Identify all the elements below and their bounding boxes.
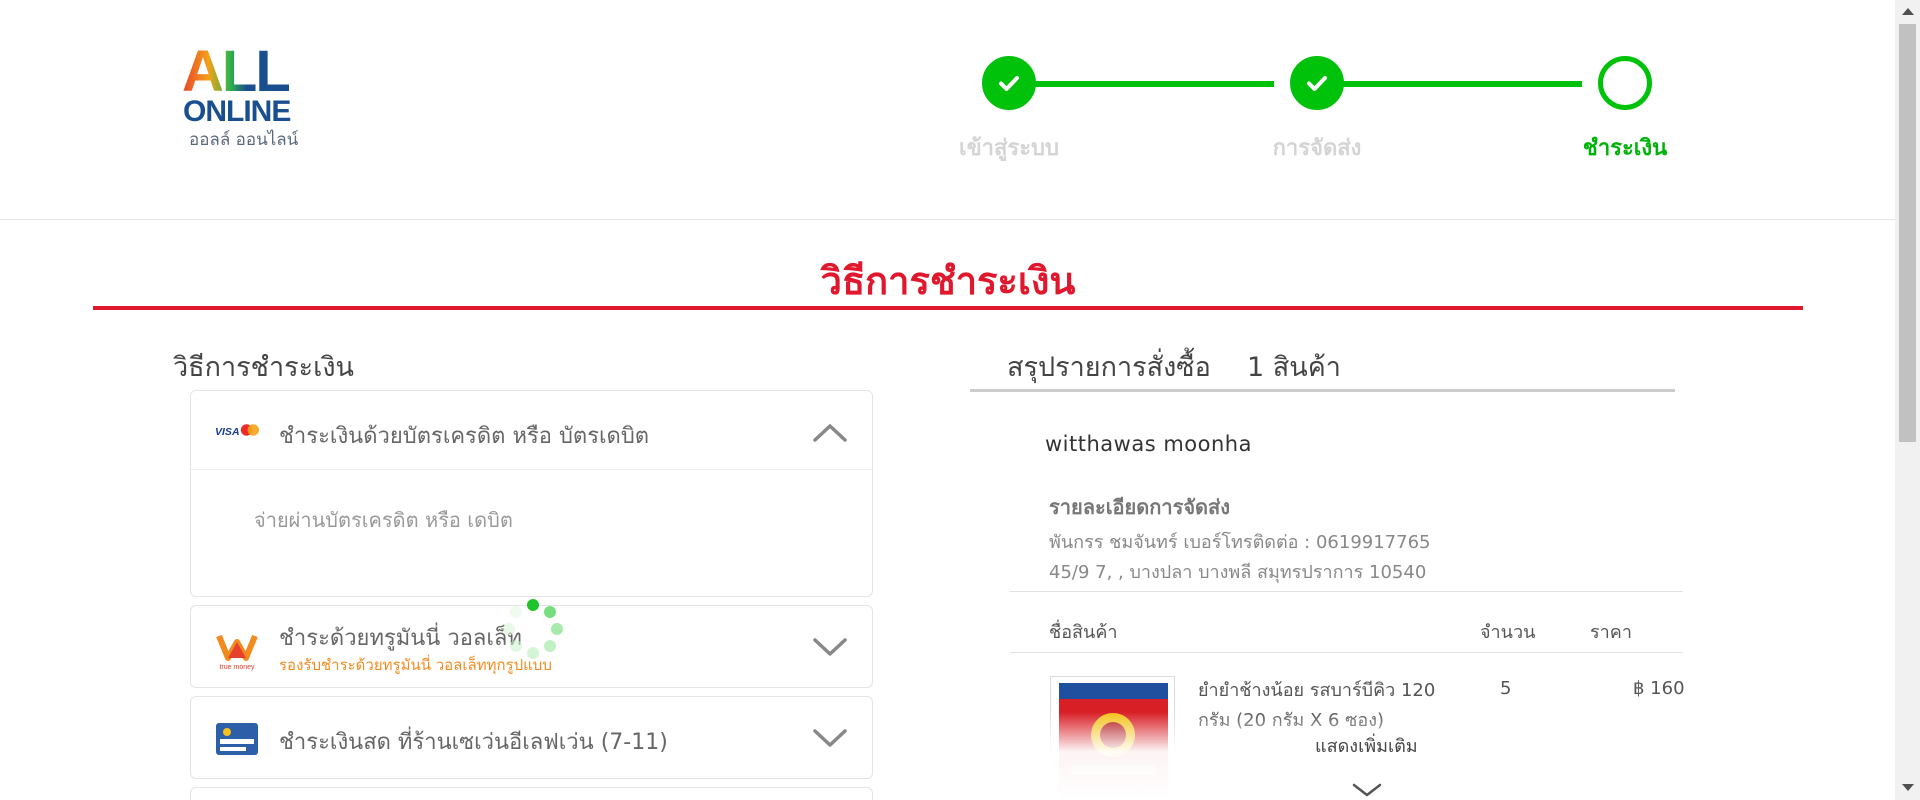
- payment-method-counter-service[interactable]: ชำระเงินสด ที่ร้านเซเว่นอีเลฟเว่น (7-11): [190, 696, 873, 779]
- allonline-logo[interactable]: ALL ONLINE ออลล์ ออนไลน์: [182, 43, 308, 154]
- step-login-circle: [982, 56, 1036, 110]
- payment-methods-heading: วิธีการชำระเงิน: [173, 352, 355, 383]
- visa-mastercard-icon: VISA: [215, 414, 259, 446]
- customer-name: witthawas moonha: [1045, 432, 1252, 456]
- chevron-down-icon[interactable]: [1351, 782, 1383, 798]
- payment-method-card: VISA ชำระเงินด้วยบัตรเครดิต หรือ บัตรเดบ…: [190, 390, 873, 597]
- product-price: ฿ 160: [1633, 678, 1685, 699]
- chevron-down-icon[interactable]: [812, 727, 848, 749]
- checkout-stepper: เข้าสู่ระบบ การจัดส่ง ชำระเงิน: [959, 52, 1680, 172]
- payment-method-counter-service-title: ชำระเงินสด ที่ร้านเซเว่นอีเลฟเว่น (7-11): [279, 730, 668, 755]
- svg-text:VISA: VISA: [215, 426, 240, 438]
- svg-text:true money: true money: [219, 664, 255, 671]
- payment-method-next[interactable]: [190, 787, 873, 800]
- shipping-contact: พันกรร ชมจันทร์ เบอร์โทรติดต่อ : 0619917…: [1049, 532, 1431, 553]
- show-more-link[interactable]: แสดงเพิ่มเติม: [1315, 731, 1418, 760]
- summary-divider-1: [1010, 591, 1683, 592]
- payment-method-truemoney-title: ชำระด้วยทรูมันนี่ วอลเล็ท: [279, 626, 522, 651]
- summary-divider-2: [1010, 652, 1683, 653]
- payment-method-card-title: ชำระเงินด้วยบัตรเครดิต หรือ บัตรเดบิต: [279, 424, 650, 449]
- order-summary-heading: สรุปรายการสั่งซื้อ: [1007, 352, 1211, 383]
- order-summary-underline: [970, 389, 1675, 392]
- scrollbar-thumb[interactable]: [1899, 24, 1916, 442]
- title-underline: [93, 306, 1803, 310]
- loading-spinner-icon: [503, 599, 563, 659]
- column-quantity: จำนวน: [1480, 622, 1536, 643]
- step-payment-circle: [1598, 56, 1652, 110]
- product-quantity: 5: [1500, 678, 1512, 699]
- checkout-header: ALL ONLINE ออลล์ ออนไลน์ เข้าสู่ระบบ การ…: [0, 0, 1895, 220]
- logo-wordmark-online: ONLINE: [183, 95, 291, 128]
- step-shipping-circle: [1290, 56, 1344, 110]
- logo-wordmark-all: ALL: [182, 43, 291, 101]
- shipping-address: 45/9 7, , บางปลา บางพลี สมุทรปราการ 1054…: [1049, 562, 1427, 583]
- check-icon: [1307, 76, 1327, 91]
- check-icon: [999, 76, 1019, 91]
- step-payment-label: ชำระเงิน: [1582, 136, 1668, 161]
- shipping-details-title: รายละเอียดการจัดส่ง: [1049, 495, 1231, 519]
- checkout-page: ALL ONLINE ออลล์ ออนไลน์ เข้าสู่ระบบ การ…: [0, 0, 1920, 800]
- scroll-up-arrow-icon[interactable]: [1902, 8, 1914, 15]
- column-price: ราคา: [1590, 622, 1632, 643]
- stepper-line-1: [1020, 81, 1274, 87]
- page-title: วิธีการชำระเงิน: [820, 259, 1076, 303]
- payment-method-card-header[interactable]: VISA ชำระเงินด้วยบัตรเครดิต หรือ บัตรเดบ…: [191, 391, 872, 469]
- counter-service-icon: [215, 722, 259, 756]
- step-login-label: เข้าสู่ระบบ: [959, 136, 1059, 161]
- step-shipping-label: การจัดส่ง: [1272, 136, 1362, 161]
- payment-method-card-body: จ่ายผ่านบัตรเครดิต หรือ เดบิต: [191, 469, 872, 597]
- scroll-down-arrow-icon[interactable]: [1902, 784, 1914, 791]
- chevron-down-icon[interactable]: [812, 636, 848, 658]
- payment-method-card-desc: จ่ายผ่านบัตรเครดิต หรือ เดบิต: [254, 508, 513, 532]
- chevron-up-icon[interactable]: [812, 421, 848, 443]
- truemoney-wallet-icon: true money: [215, 632, 259, 672]
- stepper-line-2: [1328, 81, 1582, 87]
- logo-thai-name: ออลล์ ออนไลน์: [189, 130, 299, 150]
- column-product-name: ชื่อสินค้า: [1049, 622, 1118, 643]
- order-summary-count: 1 สินค้า: [1247, 352, 1341, 383]
- page-scrollbar[interactable]: [1895, 0, 1920, 800]
